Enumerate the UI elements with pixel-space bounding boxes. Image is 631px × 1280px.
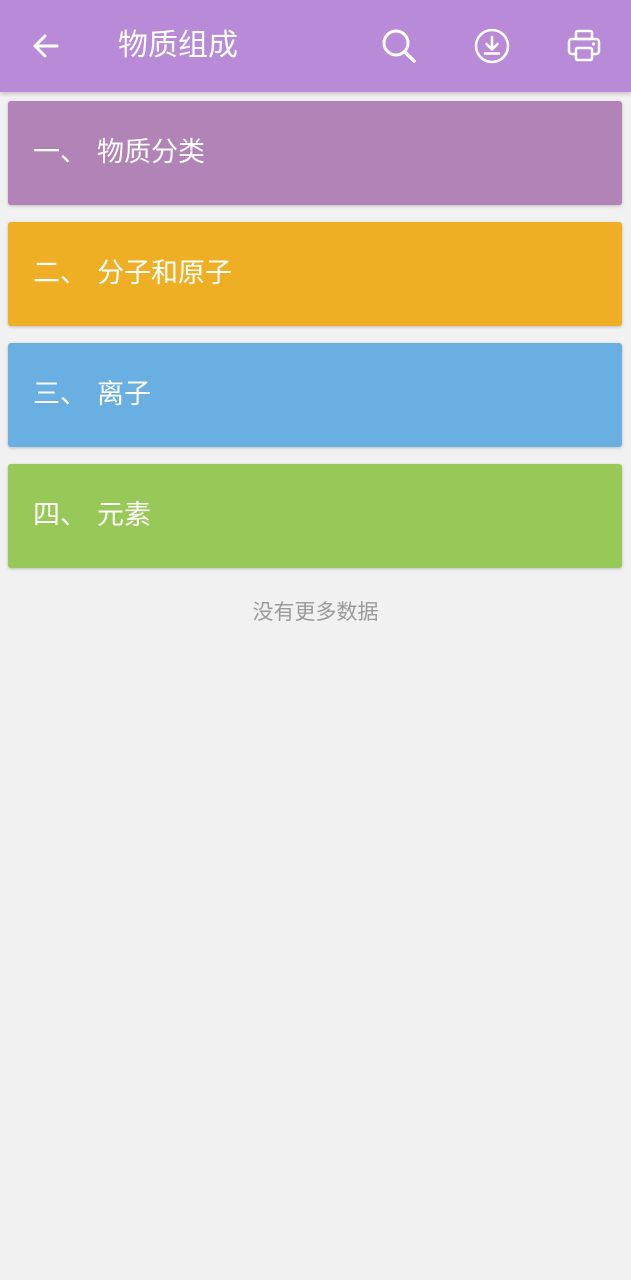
no-more-data-text: 没有更多数据 <box>252 600 379 624</box>
category-number: 二、 <box>33 258 87 289</box>
download-button[interactable] <box>464 18 520 74</box>
category-label: 离子 <box>97 379 151 410</box>
category-number: 三、 <box>33 379 87 410</box>
download-circle-icon <box>473 27 511 65</box>
category-card[interactable]: 四、 元素 <box>8 464 622 568</box>
search-icon <box>380 27 418 65</box>
category-label: 分子和原子 <box>97 258 232 289</box>
category-list: 一、 物质分类 二、 分子和原子 三、 离子 四、 元素 <box>8 101 622 585</box>
category-number: 一、 <box>33 137 87 168</box>
printer-icon <box>565 27 603 65</box>
category-label: 物质分类 <box>97 137 205 168</box>
page-title: 物质组成 <box>118 28 238 63</box>
print-button[interactable] <box>556 18 612 74</box>
back-button[interactable] <box>18 18 74 74</box>
search-button[interactable] <box>371 18 427 74</box>
category-number: 四、 <box>33 500 87 531</box>
app-bar: 物质组成 <box>0 0 631 92</box>
category-card[interactable]: 一、 物质分类 <box>8 101 622 205</box>
category-card[interactable]: 二、 分子和原子 <box>8 222 622 326</box>
category-label: 元素 <box>97 500 151 531</box>
category-card[interactable]: 三、 离子 <box>8 343 622 447</box>
arrow-left-icon <box>30 30 62 62</box>
